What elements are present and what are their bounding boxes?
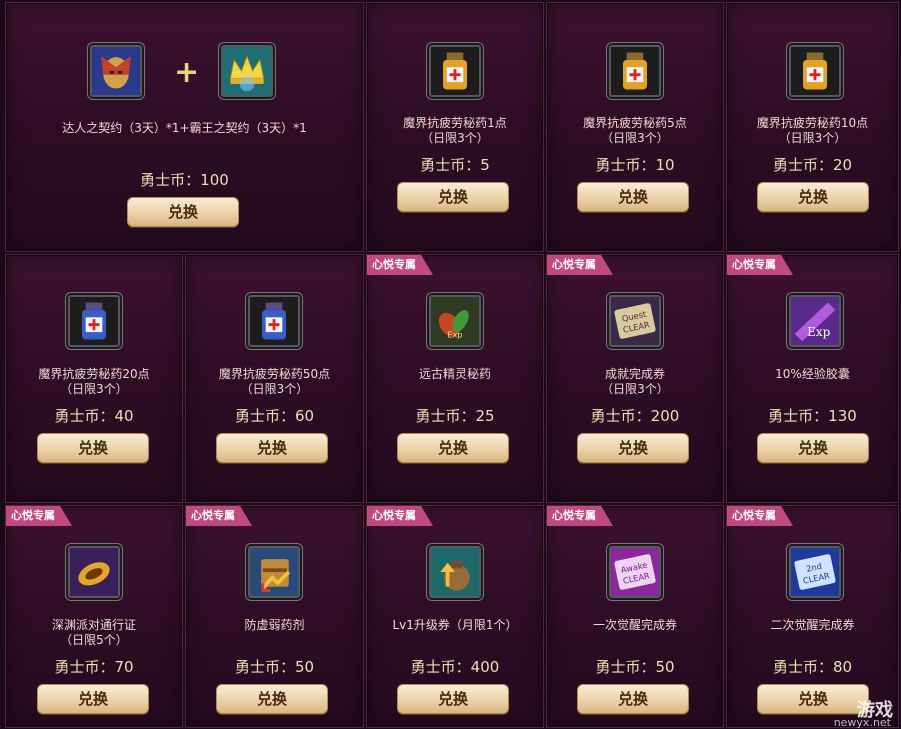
quest-clear-ticket-icon: Quest CLEAR: [609, 295, 661, 347]
item-price: 勇士币：100: [140, 171, 229, 189]
exclusive-badge: 心悦专属: [6, 506, 72, 526]
item-name: 一次觉醒完成券: [592, 618, 677, 632]
item-price: 勇士币：60: [234, 407, 315, 425]
exchange-button[interactable]: 兑换: [577, 182, 689, 212]
potion-bottle-icon: [429, 45, 481, 97]
item-name: 魔界抗疲劳秘药20点: [38, 367, 150, 381]
potion-bottle-icon: [248, 295, 300, 347]
item-name: 魔界抗疲劳秘药50点: [218, 367, 331, 381]
item-price: 勇士币：25: [415, 407, 495, 425]
item-price: 勇士币：130: [768, 407, 857, 425]
item-name: 防虚弱药剂: [244, 618, 305, 632]
potion-bottle-icon: [68, 295, 120, 347]
master-contract-icon: [90, 45, 142, 97]
exchange-button[interactable]: 兑换: [757, 433, 869, 463]
item-price: 勇士币：400: [410, 658, 500, 676]
item-name: 二次觉醒完成券: [770, 618, 855, 632]
exchange-button[interactable]: 兑换: [37, 433, 149, 463]
exchange-button[interactable]: 兑换: [37, 684, 149, 714]
svg-text:Exp: Exp: [447, 330, 462, 340]
item-card-potion-5: 魔界抗疲劳秘药5点 （日限3个） 勇士币：10 兑换: [546, 2, 724, 252]
exchange-button[interactable]: 兑换: [397, 433, 509, 463]
item-card-level-up-ticket: 心悦专属 Lv1升级券（月限1个） 勇士币：400 兑换: [366, 505, 544, 728]
overlord-contract-icon: [221, 45, 273, 97]
watermark-url: newyx.net: [833, 716, 891, 729]
item-limit: （日限3个）: [421, 131, 489, 145]
item-price: 勇士币：40: [54, 407, 134, 425]
item-card-potion-50: 魔界抗疲劳秘药50点 （日限3个） 勇士币：60 兑换: [185, 254, 364, 503]
item-price: 勇士币：20: [772, 156, 853, 174]
item-card-ancient-elf-potion: 心悦专属 Exp 远古精灵秘药 勇士币：25 兑换: [366, 254, 544, 503]
item-card-anti-weakness: 心悦专属 防虚弱药剂 勇士币：50 兑换: [185, 505, 364, 728]
item-price: 勇士币：200: [590, 407, 680, 425]
item-name: 10%经验胶囊: [775, 367, 850, 381]
item-name: 成就完成券: [604, 367, 665, 381]
exchange-button[interactable]: 兑换: [127, 197, 239, 227]
level-up-bag-icon: [429, 546, 481, 598]
exchange-button[interactable]: 兑换: [577, 433, 689, 463]
exchange-button[interactable]: 兑换: [216, 684, 328, 714]
item-price: 勇士币：70: [54, 658, 134, 676]
anti-weakness-potion-icon: [248, 546, 300, 598]
item-name: 魔界抗疲劳秘药5点: [583, 116, 687, 130]
item-card-first-awakening: 心悦专属 Awake CLEAR 一次觉醒完成券 勇士币：50 兑换: [546, 505, 724, 728]
exchange-button[interactable]: 兑换: [757, 684, 869, 714]
awakening-ticket-icon: Awake CLEAR: [609, 546, 661, 598]
item-name: 达人之契约（3天）*1+霸王之契约（3天）*1: [62, 121, 307, 135]
exchange-button[interactable]: 兑换: [216, 433, 328, 463]
item-name: 深渊派对通行证: [51, 618, 136, 632]
item-card-potion-10: 魔界抗疲劳秘药10点 （日限3个） 勇士币：20 兑换: [726, 2, 899, 252]
exclusive-badge: 心悦专属: [186, 506, 252, 526]
item-card-exp-capsule: 心悦专属 Exp 10%经验胶囊 勇士币：130 兑换: [726, 254, 899, 503]
item-price: 勇士币：80: [772, 658, 853, 676]
item-limit: （日限3个）: [778, 131, 847, 145]
exclusive-badge: 心悦专属: [727, 255, 793, 275]
item-card-second-awakening: 心悦专属 2nd CLEAR 二次觉醒完成券 勇士币：80 兑换: [726, 505, 899, 728]
exclusive-badge: 心悦专属: [547, 506, 613, 526]
item-price: 勇士币：50: [234, 658, 315, 676]
item-price: 勇士币：50: [595, 658, 675, 676]
exclusive-badge: 心悦专属: [547, 255, 613, 275]
svg-text:Exp: Exp: [807, 325, 831, 339]
potion-bottle-icon: [789, 45, 841, 97]
exclusive-badge: 心悦专属: [727, 506, 793, 526]
exchange-grid: + 达人之契约（3天）*1+霸王之契约（3天）*1 勇士币：100 兑换 魔界抗…: [0, 0, 901, 729]
abyss-pass-icon: [68, 546, 120, 598]
exp-capsule-icon: Exp: [789, 295, 841, 347]
exchange-button[interactable]: 兑换: [397, 684, 509, 714]
item-card-potion-1: 魔界抗疲劳秘药1点 （日限3个） 勇士币：5 兑换: [366, 2, 544, 252]
item-name: 魔界抗疲劳秘药1点: [403, 116, 507, 130]
item-limit: （日限3个）: [601, 382, 669, 396]
exchange-button[interactable]: 兑换: [577, 684, 689, 714]
item-name: 魔界抗疲劳秘药10点: [756, 116, 869, 130]
item-name: Lv1升级券（月限1个）: [392, 618, 518, 632]
item-price: 勇士币：5: [420, 156, 490, 174]
item-limit: （日限3个）: [240, 382, 309, 396]
elf-potion-icon: Exp: [429, 295, 481, 347]
item-limit: （日限3个）: [60, 382, 128, 396]
item-limit: （日限3个）: [601, 131, 669, 145]
item-card-contract-bundle: + 达人之契约（3天）*1+霸王之契约（3天）*1 勇士币：100 兑换: [5, 2, 364, 252]
item-name: 远古精灵秘药: [418, 367, 491, 381]
item-card-achievement-ticket: 心悦专属 Quest CLEAR 成就完成券 （日限3个） 勇士币：200 兑换: [546, 254, 724, 503]
potion-bottle-icon: [609, 45, 661, 97]
exclusive-badge: 心悦专属: [367, 255, 433, 275]
item-limit: （日限5个）: [60, 633, 128, 647]
exclusive-badge: 心悦专属: [367, 506, 433, 526]
exchange-button[interactable]: 兑换: [757, 182, 869, 212]
plus-icon: +: [174, 55, 200, 90]
second-awakening-ticket-icon: 2nd CLEAR: [789, 546, 841, 598]
item-card-potion-20: 魔界抗疲劳秘药20点 （日限3个） 勇士币：40 兑换: [5, 254, 183, 503]
exchange-button[interactable]: 兑换: [397, 182, 509, 212]
item-price: 勇士币：10: [595, 156, 675, 174]
item-card-abyss-pass: 心悦专属 深渊派对通行证 （日限5个） 勇士币：70 兑换: [5, 505, 183, 728]
